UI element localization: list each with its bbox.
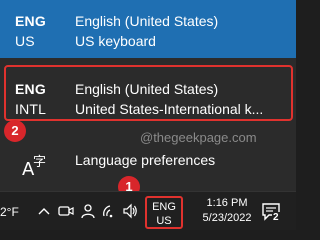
chevron-up-icon[interactable]	[36, 202, 52, 220]
notification-center-button[interactable]: 2	[260, 200, 284, 224]
language-indicator-button[interactable]: ENG US	[145, 196, 183, 229]
language-item-eng-us[interactable]: ENG US English (United States) US keyboa…	[0, 0, 296, 58]
language-flyout: ENG US English (United States) US keyboa…	[0, 0, 296, 198]
notification-count: 2	[272, 212, 280, 223]
taskbar: 2°F ENG US 1:16 PM 5/23/2022 2	[0, 191, 296, 230]
weather-temperature[interactable]: 2°F	[0, 205, 19, 219]
watermark: @thegeekpage.com	[140, 130, 257, 145]
wifi-icon[interactable]	[102, 202, 118, 220]
language-indicator-variant: US	[156, 215, 172, 227]
language-indicator-code: ENG	[152, 201, 176, 213]
step-badge-2: 2	[4, 120, 26, 142]
meet-now-icon[interactable]	[58, 202, 74, 220]
language-code: ENG	[15, 13, 46, 29]
volume-icon[interactable]	[122, 202, 138, 220]
highlight-outline-intl	[4, 65, 293, 121]
language-preferences-icon: A 字	[22, 152, 52, 180]
svg-text:字: 字	[33, 155, 46, 170]
language-name: English (United States)	[75, 13, 219, 29]
language-variant: US	[15, 33, 35, 49]
language-preferences-link[interactable]: Language preferences	[75, 152, 215, 168]
clock-time: 1:16 PM	[206, 197, 248, 209]
keyboard-name: US keyboard	[75, 33, 156, 49]
people-icon[interactable]	[80, 202, 96, 220]
clock-date: 5/23/2022	[202, 212, 252, 224]
